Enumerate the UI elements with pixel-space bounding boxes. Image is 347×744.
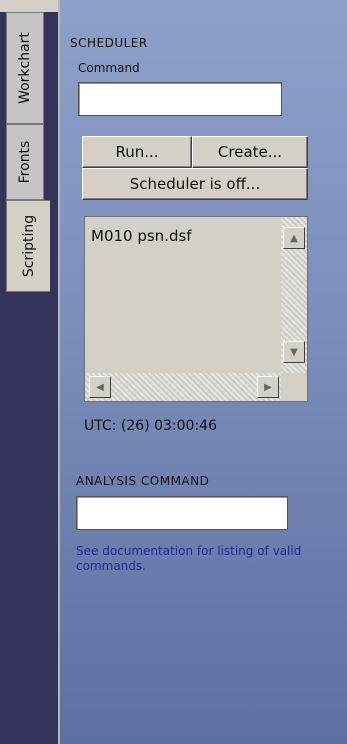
scheduler-status-button[interactable]: Scheduler is off...: [82, 168, 308, 200]
down-arrow-icon[interactable]: ▼: [283, 341, 305, 363]
right-arrow-icon[interactable]: ▶: [257, 376, 279, 398]
run-button[interactable]: Run...: [82, 136, 192, 168]
analysis-command-input[interactable]: [76, 496, 288, 530]
tab-workchart-label: Workchart: [17, 32, 33, 104]
analysis-command-title: ANALYSIS COMMAND: [76, 474, 210, 488]
horizontal-scrollbar[interactable]: ◀ ▶: [85, 373, 283, 401]
tab-scripting-label: Scripting: [20, 214, 37, 278]
list-item[interactable]: M010 psn.dsf: [91, 227, 192, 245]
scheduler-title: SCHEDULER: [70, 36, 148, 50]
create-button[interactable]: Create...: [192, 136, 308, 168]
scripting-panel: SCHEDULER Command Run... Create... Sched…: [60, 0, 347, 744]
up-arrow-icon[interactable]: ▲: [283, 227, 305, 249]
tab-fronts[interactable]: Fronts: [6, 124, 44, 200]
rail-top-strip: [0, 0, 60, 12]
tab-rail: Workchart Fronts Scripting: [0, 0, 60, 744]
command-input[interactable]: [78, 82, 282, 116]
help-note: See documentation for listing of valid c…: [76, 544, 302, 573]
tab-workchart[interactable]: Workchart: [6, 12, 44, 124]
script-file-list[interactable]: M010 psn.dsf ▲ ▼ ◀ ▶: [84, 216, 308, 402]
tab-scripting[interactable]: Scripting: [6, 200, 50, 292]
tab-fronts-label: Fronts: [17, 140, 33, 184]
command-label: Command: [78, 61, 140, 75]
scrollbar-corner: [281, 373, 307, 401]
left-arrow-icon[interactable]: ◀: [89, 376, 111, 398]
vertical-scrollbar[interactable]: ▲ ▼: [281, 217, 307, 373]
utc-clock: UTC: (26) 03:00:46: [84, 418, 217, 434]
